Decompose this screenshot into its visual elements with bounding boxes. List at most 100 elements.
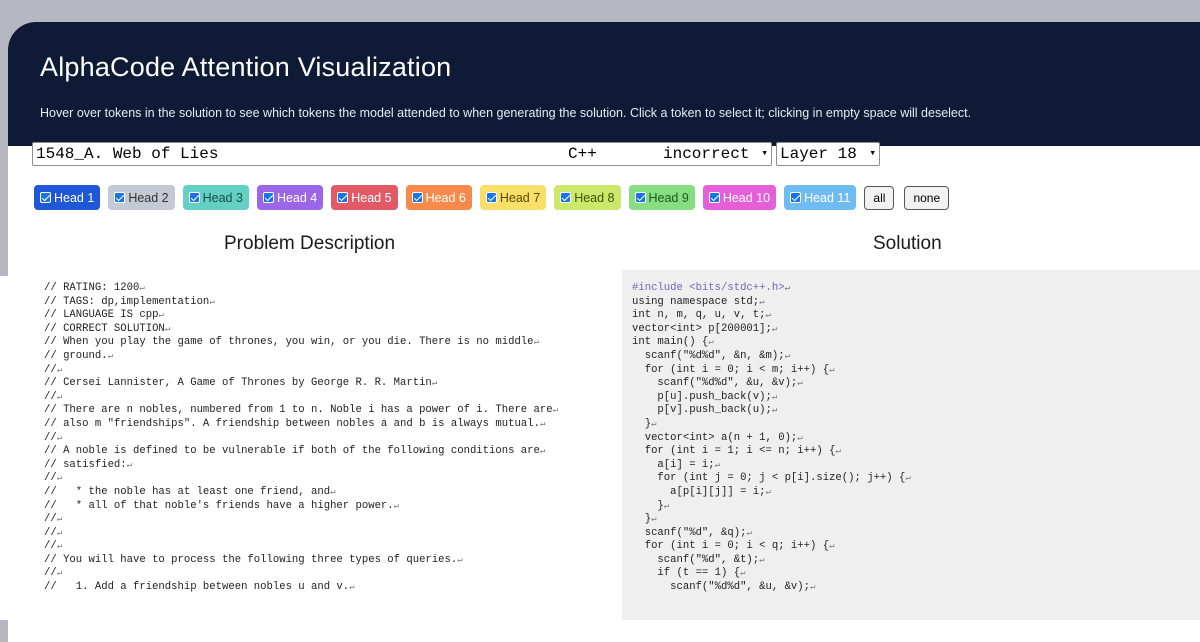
solution-line-text[interactable]: int main() { [632, 336, 708, 348]
solution-line[interactable]: scanf("%d", &t);↵ [632, 554, 1200, 568]
solution-line-text[interactable]: for (int i = 1; i <= n; i++) { [632, 445, 836, 457]
solution-line-text[interactable]: for (int i = 0; i < m; i++) { [632, 364, 829, 376]
head-toggle-4[interactable]: Head 4 [256, 185, 324, 210]
solution-line[interactable]: a[p[i][j]] = i;↵ [632, 486, 1200, 500]
solution-line-text[interactable]: p[v].push_back(u); [632, 404, 771, 416]
newline-icon: ↵ [784, 350, 790, 361]
problem-line-text: // LANGUAGE IS cpp [44, 309, 159, 322]
solution-line[interactable]: scanf("%d", &q);↵ [632, 527, 1200, 541]
problem-line-text: // A noble is defined to be vulnerable i… [44, 445, 540, 458]
solution-line[interactable]: vector<int> a(n + 1, 0);↵ [632, 432, 1200, 446]
newline-icon: ↵ [771, 391, 778, 402]
head-toggle-label: Head 3 [202, 190, 243, 205]
solution-line-text[interactable]: } [632, 418, 651, 430]
newline-icon: ↵ [771, 405, 778, 416]
solution-line-text[interactable]: #include <bits/stdc++.h> [632, 282, 785, 294]
newline-icon: ↵ [539, 446, 546, 457]
solution-line-text[interactable]: a[p[i][j]] = i; [632, 486, 765, 498]
solution-line-text[interactable]: } [632, 500, 663, 512]
solution-line-text[interactable]: using namespace std; [632, 296, 759, 308]
solution-line-text[interactable]: for (int j = 0; j < p[i].size(); j++) { [632, 472, 905, 484]
head-toggle-6[interactable]: Head 6 [405, 185, 472, 210]
newline-icon: ↵ [56, 527, 63, 538]
problem-line: //↵ [44, 567, 620, 581]
solution-line[interactable]: p[v].push_back(u);↵ [632, 404, 1200, 418]
solution-line[interactable]: for (int j = 0; j < p[i].size(); j++) {↵ [632, 472, 1200, 486]
none-heads-button[interactable]: none [904, 185, 950, 210]
problem-line-text: // You will have to process the followin… [44, 553, 458, 566]
solution-line-text[interactable]: scanf("%d%d", &n, &m); [632, 350, 785, 362]
problem-line: // * all of that noble's friends have a … [44, 500, 620, 514]
head-toggle-label: Head 1 [54, 190, 95, 205]
problem-line-text: // [44, 567, 57, 580]
checkbox-icon[interactable] [560, 192, 572, 203]
solution-line-text[interactable]: scanf("%d%d", &u, &v); [632, 377, 797, 389]
head-toggle-9[interactable]: Head 9 [628, 185, 695, 210]
solution-line[interactable]: for (int i = 0; i < q; i++) {↵ [632, 540, 1200, 554]
head-toggle-10[interactable]: Head 10 [702, 185, 777, 210]
head-toggle-5[interactable]: Head 5 [331, 185, 398, 210]
solution-line[interactable]: scanf("%d%d", &u, &v);↵ [632, 581, 1200, 595]
checkbox-icon[interactable] [337, 192, 349, 203]
solution-line[interactable]: vector<int> p[200001];↵ [632, 323, 1200, 337]
problem-select[interactable]: 1548_A. Web of Lies C++ incorrect ▾ [32, 142, 772, 166]
solution-line-text[interactable]: } [632, 513, 651, 525]
problem-line: // also m "friendships". A friendship be… [44, 418, 620, 432]
solution-line-text[interactable]: if (t == 1) { [632, 567, 740, 579]
problem-line-text: // [44, 431, 57, 444]
solution-line-text[interactable]: for (int i = 0; i < q; i++) { [632, 540, 829, 552]
solution-line-text[interactable]: scanf("%d", &q); [632, 527, 747, 539]
checkbox-icon[interactable] [790, 192, 802, 203]
solution-line-text[interactable]: a[i] = i; [632, 459, 714, 471]
head-toggle-label: Head 10 [722, 190, 771, 205]
checkbox-icon[interactable] [114, 192, 126, 203]
problem-line-text: // [44, 472, 57, 485]
checkbox-icon[interactable] [188, 192, 200, 203]
solution-line-text[interactable]: vector<int> p[200001]; [632, 323, 772, 335]
checkbox-icon[interactable] [634, 192, 646, 203]
problem-description-panel: // RATING: 1200↵// TAGS: dp,implementati… [0, 276, 620, 620]
solution-line[interactable]: p[u].push_back(v);↵ [632, 391, 1200, 405]
solution-line[interactable]: int main() {↵ [632, 336, 1200, 350]
problem-line-text: // 1. Add a friendship between nobles u … [44, 581, 350, 594]
head-toggle-label: Head 9 [648, 190, 689, 205]
newline-icon: ↵ [797, 432, 803, 443]
solution-line[interactable]: for (int i = 0; i < m; i++) {↵ [632, 364, 1200, 378]
head-toggle-2[interactable]: Head 2 [108, 185, 175, 210]
solution-line-text[interactable]: scanf("%d", &t); [632, 554, 759, 566]
layer-select[interactable]: Layer 18 ▾ [776, 142, 880, 166]
all-heads-button[interactable]: all [864, 185, 895, 210]
page-header: AlphaCode Attention Visualization Hover … [8, 22, 1200, 146]
solution-line[interactable]: using namespace std;↵ [632, 296, 1200, 310]
checkbox-icon[interactable] [411, 192, 423, 203]
checkbox-icon[interactable] [40, 192, 51, 203]
solution-line[interactable]: scanf("%d%d", &n, &m);↵ [632, 350, 1200, 364]
head-toggle-11[interactable]: Head 11 [784, 185, 857, 210]
checkbox-icon[interactable] [485, 192, 497, 203]
checkbox-icon[interactable] [262, 192, 274, 203]
newline-icon: ↵ [539, 418, 546, 429]
solution-line[interactable]: }↵ [632, 418, 1200, 432]
solution-line-text[interactable]: int n, m, q, u, v, t; [632, 309, 766, 321]
solution-line[interactable]: int n, m, q, u, v, t;↵ [632, 309, 1200, 323]
problem-line-text: // [44, 363, 57, 376]
problem-line: //↵ [44, 432, 620, 446]
head-toggle-7[interactable]: Head 7 [479, 185, 547, 210]
solution-line[interactable]: if (t == 1) {↵ [632, 567, 1200, 581]
solution-line[interactable]: }↵ [632, 513, 1200, 527]
solution-line[interactable]: scanf("%d%d", &u, &v);↵ [632, 377, 1200, 391]
solution-line-text[interactable]: p[u].push_back(v); [632, 391, 771, 403]
solution-line[interactable]: #include <bits/stdc++.h>↵ [632, 282, 1200, 296]
problem-line-text: // RATING: 1200 [44, 282, 140, 294]
solution-line-text[interactable]: scanf("%d%d", &u, &v); [632, 581, 810, 593]
head-toggle-3[interactable]: Head 3 [182, 185, 249, 210]
solution-panel[interactable]: #include <bits/stdc++.h>↵ using namespace… [622, 270, 1200, 620]
checkbox-icon[interactable] [708, 192, 720, 203]
head-toggle-8[interactable]: Head 8 [554, 185, 621, 210]
newline-icon: ↵ [533, 337, 539, 348]
solution-line-text[interactable]: vector<int> a(n + 1, 0); [632, 432, 798, 444]
head-toggle-1[interactable]: Head 1 [34, 185, 101, 210]
solution-line[interactable]: for (int i = 1; i <= n; i++) {↵ [632, 445, 1200, 459]
solution-line[interactable]: a[i] = i;↵ [632, 459, 1200, 473]
solution-line[interactable]: }↵ [632, 500, 1200, 514]
